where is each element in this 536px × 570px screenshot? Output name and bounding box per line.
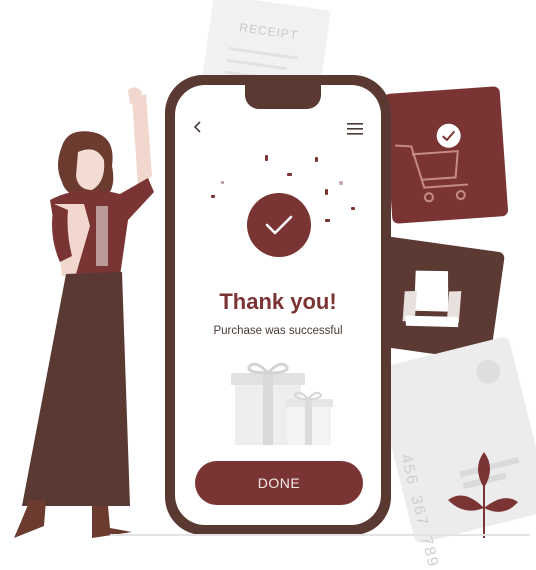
status-message: Purchase was successful xyxy=(213,325,343,337)
confetti xyxy=(211,195,215,198)
confetti xyxy=(325,219,330,222)
phone-screen: Thank you! Purchase was successful DONE xyxy=(175,85,381,525)
confetti xyxy=(315,157,318,162)
success-badge xyxy=(247,193,311,257)
shopping-cart-card xyxy=(383,86,509,224)
confetti xyxy=(287,173,292,176)
receipt-title: RECEIPT xyxy=(238,20,300,43)
shopping-cart-icon xyxy=(395,123,469,203)
receipt-line xyxy=(228,46,299,60)
confetti xyxy=(221,181,224,184)
hamburger-menu-icon[interactable] xyxy=(347,123,363,135)
check-icon xyxy=(265,215,293,235)
gift-icon xyxy=(231,362,333,445)
chevron-left-icon[interactable] xyxy=(193,121,203,133)
confetti xyxy=(339,181,343,185)
plant-illustration xyxy=(448,452,518,538)
confetti xyxy=(325,189,328,195)
woman-illustration xyxy=(14,87,154,538)
receipt-line xyxy=(226,58,287,71)
smartphone: Thank you! Purchase was successful DONE xyxy=(165,75,391,535)
phone-notch xyxy=(245,85,321,109)
confetti xyxy=(265,155,268,161)
illustration-scene: RECEIPT 456 367 789 Thank you! Purchase … xyxy=(0,0,536,570)
confetti xyxy=(351,207,355,210)
done-button[interactable]: DONE xyxy=(195,461,363,505)
ground-line xyxy=(110,534,530,536)
page-title: Thank you! xyxy=(219,289,337,314)
